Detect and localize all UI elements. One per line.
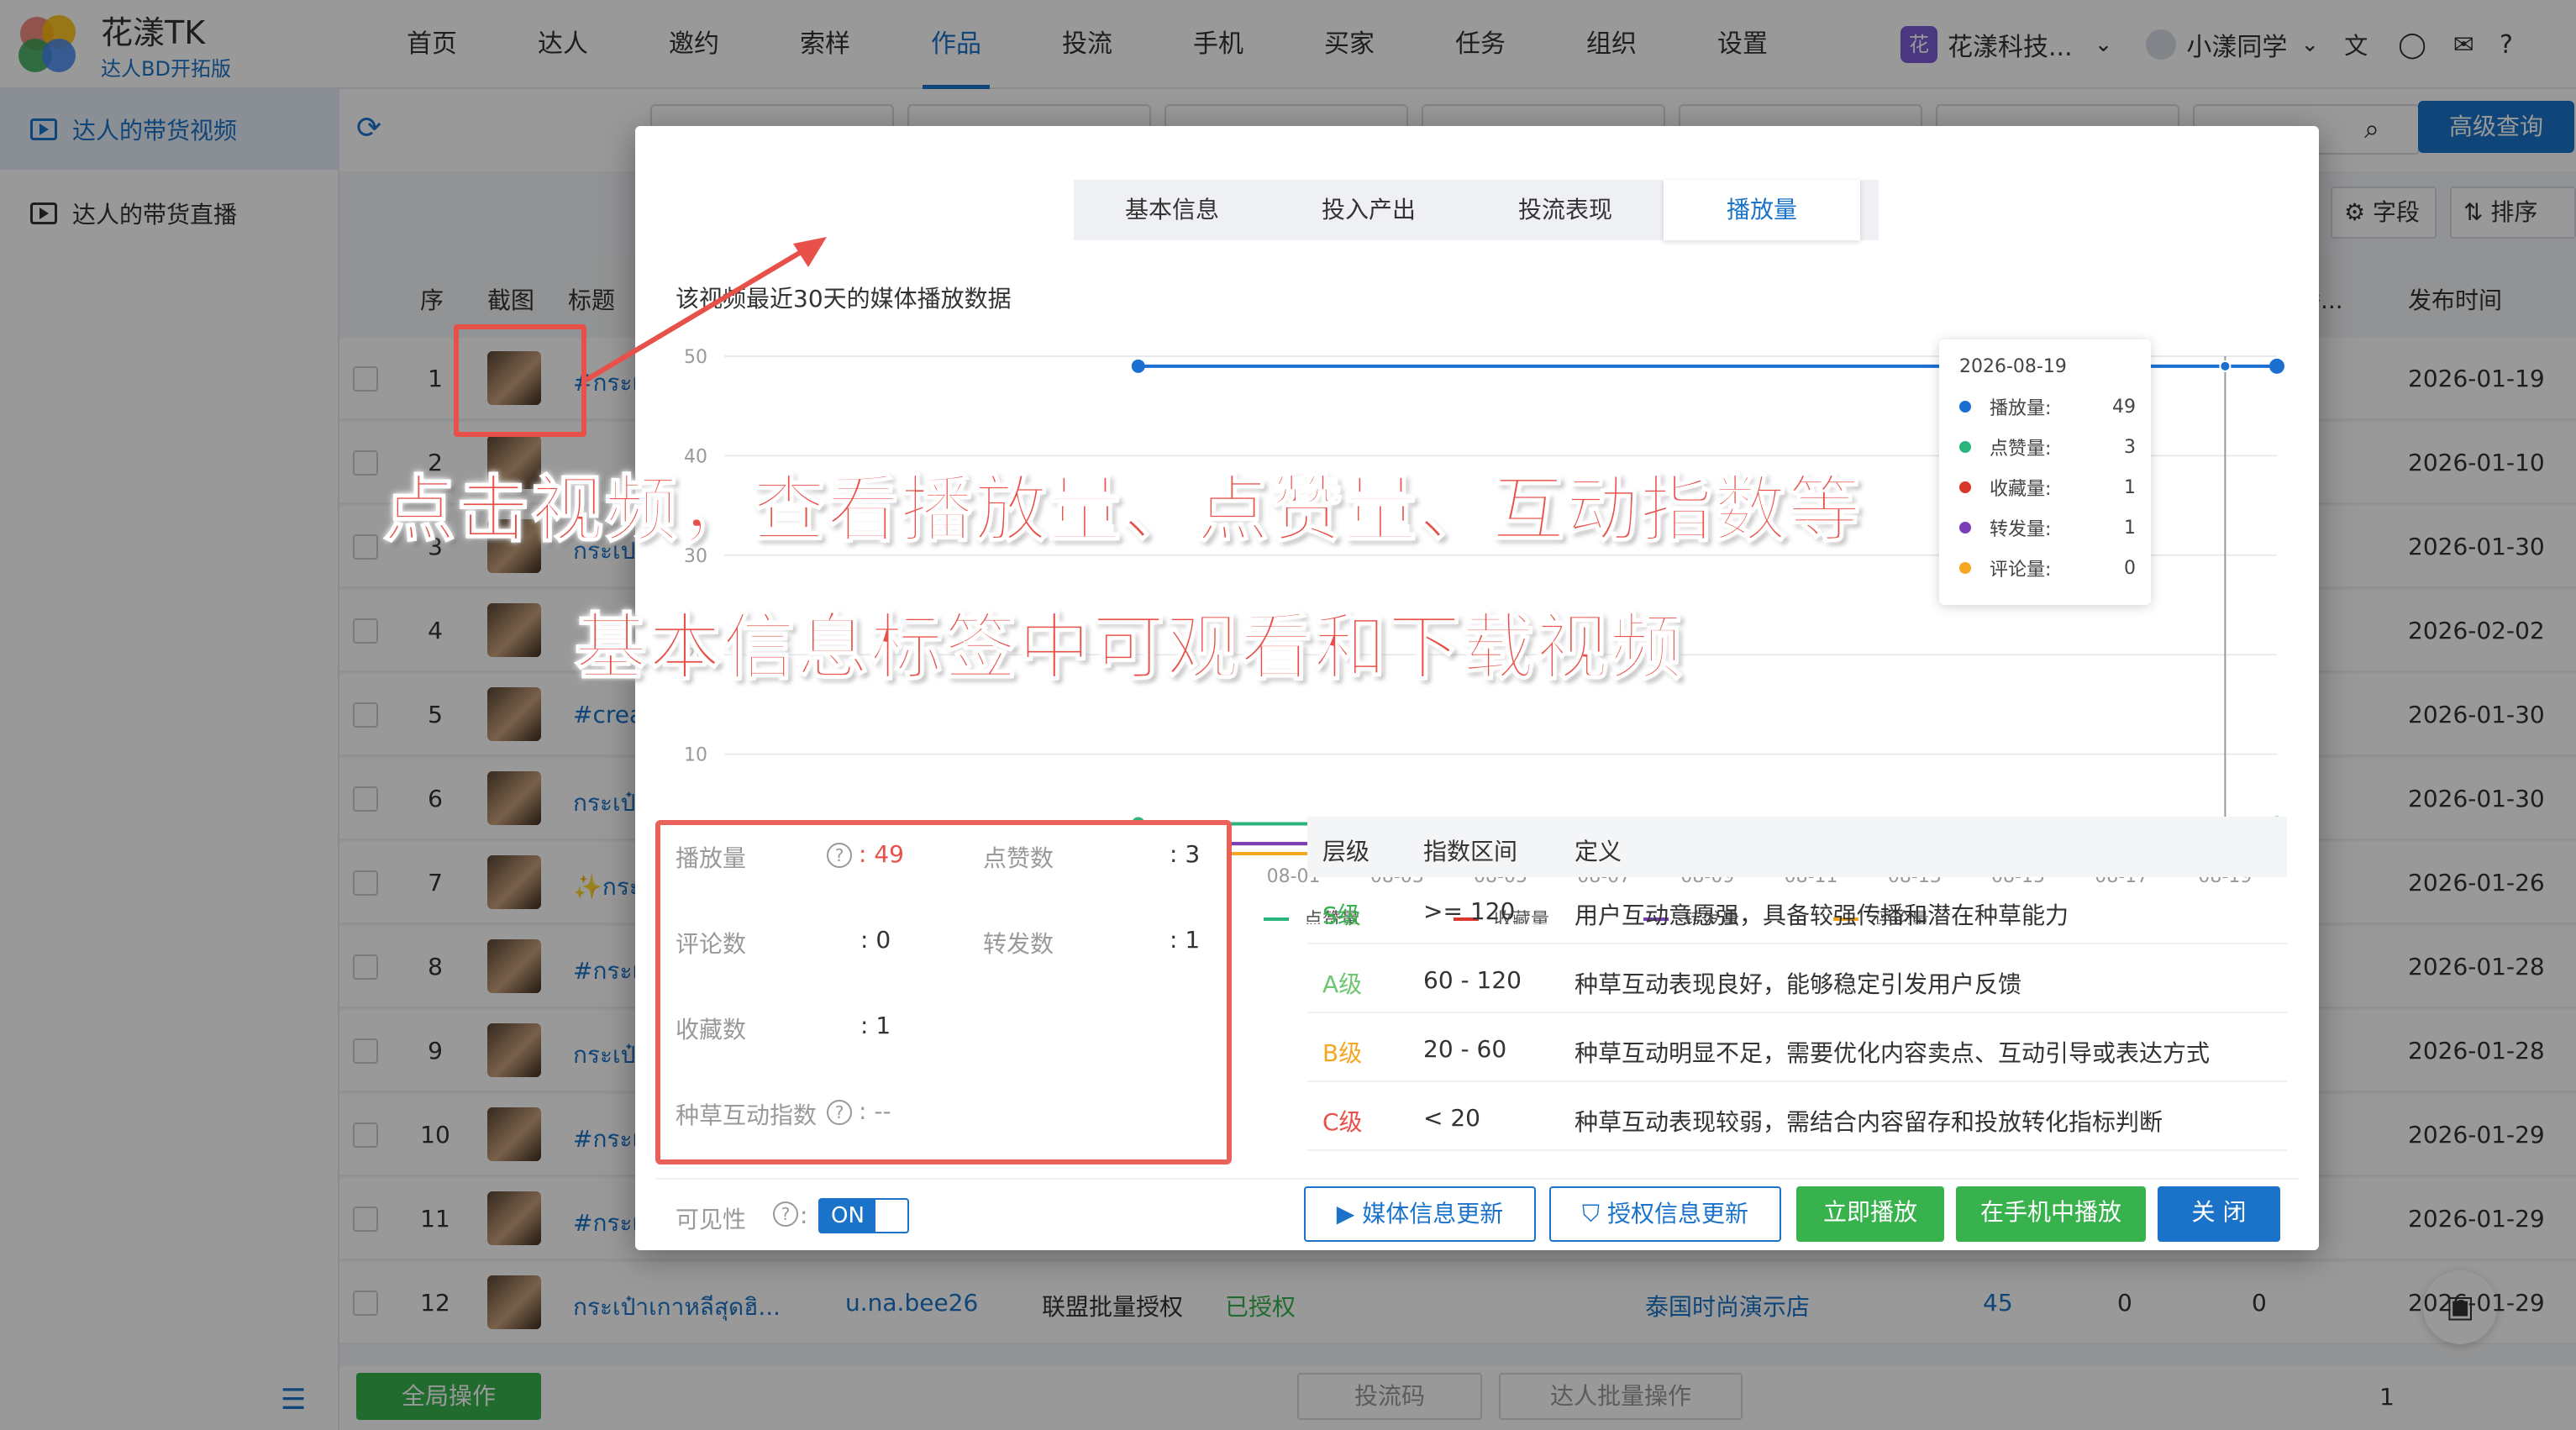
level-row: B级 20 - 60 种草互动明显不足，需要优化内容卖点、互动引导或表达方式 [1307,1015,2287,1082]
toggle-on-label: ON [820,1200,875,1232]
favorites-label: 收藏数 [676,1016,747,1044]
tooltip-label: 播放量: [1990,398,2052,419]
tab-2[interactable]: 投流表现 [1467,180,1664,240]
close-button[interactable]: 关 闭 [2158,1186,2280,1242]
series-point [2269,358,2284,374]
media-update-label: 媒体信息更新 [1362,1200,1504,1228]
shares-label: 转发数 [983,930,1054,958]
tab-3[interactable]: 播放量 [1664,180,1860,240]
tooltip-value: 49 [2112,396,2136,418]
level-table-header: 层级 指数区间 定义 [1307,817,2287,877]
plays-value: 49 [874,840,904,868]
seeding-index-label: 种草互动指数 [676,1101,817,1129]
tooltip-value: 1 [2124,517,2136,539]
annotation-line-1: 点击视频，查看播放量、点赞量、互动指数等 [382,467,1862,553]
tooltip-label: 点赞量: [1990,439,2052,460]
level-row: A级 60 - 120 种草互动表现良好，能够稳定引发用户反馈 [1307,946,2287,1013]
visibility-toggle[interactable]: ON [818,1198,909,1233]
series-point [2219,360,2232,372]
chart-tooltip: 2026-08-19 播放量: 49 点赞量: 3 收藏量: 1 转发量: 1 评论量: 0 [1939,339,2151,605]
shares-value: 1 [1185,926,1201,954]
col-level: 层级 [1322,838,1370,865]
likes-label: 点赞数 [983,844,1054,872]
seeding-index-value: -- [874,1097,891,1125]
play-now-button[interactable]: 立即播放 [1796,1186,1944,1242]
level-definition: 种草互动明显不足，需要优化内容卖点、互动引导或表达方式 [1575,1039,2211,1067]
play-square-icon: ▶ [1336,1200,1355,1228]
level-name: B级 [1322,1039,1363,1067]
screenshot-highlight-box [454,324,586,437]
tab-1[interactable]: 投入产出 [1270,180,1467,240]
tooltip-row: 转发量: 1 [1959,511,2136,544]
level-definition: 种草互动表现良好，能够稳定引发用户反馈 [1575,970,2022,998]
level-range: < 20 [1423,1104,1480,1132]
favorites-value: 1 [875,1012,891,1039]
tooltip-row: 收藏量: 1 [1959,471,2136,504]
stats-panel: 播放量 ? : 49 点赞数 : 3 评论数 : 0 转发数 : 1 收藏数 :… [655,820,1232,1165]
y-tick-label: 10 [684,745,707,766]
legend-dot-icon [1959,562,1971,574]
modal-tabs: 基本信息 投入产出 投流表现 播放量 [1074,180,1879,240]
level-row: S级 >= 120 用户互动意愿强，具备较强传播和潜在种草能力 [1307,877,2287,944]
tooltip-label: 评论量: [1990,560,2052,581]
level-name: S级 [1322,902,1361,929]
level-row: C级 < 20 种草互动表现较弱，需结合内容留存和投放转化指标判断 [1307,1084,2287,1151]
legend-dot-icon [1959,481,1971,493]
legend-dot-icon [1959,441,1971,453]
likes-value: 3 [1185,840,1201,868]
level-range: 60 - 120 [1423,966,1522,994]
chart-caption: 该视频最近30天的媒体播放数据 [676,285,1012,313]
level-definition: 种草互动表现较弱，需结合内容留存和投放转化指标判断 [1575,1108,2163,1136]
annotation-line-2: 基本信息标签中可观看和下载视频 [574,605,1684,691]
legend-dot-icon [1959,522,1971,534]
play-on-phone-button[interactable]: 在手机中播放 [1956,1186,2146,1242]
auth-update-label: 授权信息更新 [1606,1200,1748,1228]
shield-icon: ⛉ [1582,1200,1601,1228]
col-definition: 定义 [1575,838,1622,865]
media-update-button[interactable]: ▶ 媒体信息更新 [1304,1186,1536,1242]
tooltip-value: 1 [2124,476,2136,498]
legend-dot-icon [1959,401,1971,413]
tooltip-row: 点赞量: 3 [1959,430,2136,464]
tab-0[interactable]: 基本信息 [1074,180,1270,240]
y-tick-label: 50 [684,347,707,368]
col-range: 指数区间 [1423,838,1518,865]
level-name: A级 [1322,970,1363,998]
tooltip-date: 2026-08-19 [1959,356,2067,377]
comments-value: 0 [875,926,891,954]
comments-label: 评论数 [676,930,747,958]
tooltip-row: 评论量: 0 [1959,551,2136,585]
tooltip-value: 3 [2124,436,2136,458]
help-icon[interactable]: ? [827,1097,852,1125]
plays-label: 播放量 [676,844,747,872]
level-name: C级 [1322,1108,1363,1136]
help-icon[interactable]: ? [827,840,852,868]
tooltip-label: 转发量: [1990,519,2052,540]
help-icon[interactable]: ? [773,1201,798,1227]
tooltip-row: 播放量: 49 [1959,390,2136,423]
series-point [1131,359,1145,373]
auth-update-button[interactable]: ⛉ 授权信息更新 [1549,1186,1781,1242]
visibility-label: 可见性 [676,1206,747,1233]
level-definition: 用户互动意愿强，具备较强传播和潜在种草能力 [1575,902,2069,929]
level-range: >= 120 [1423,897,1516,925]
tooltip-label: 收藏量: [1990,479,2052,500]
level-range: 20 - 60 [1423,1035,1507,1063]
tooltip-value: 0 [2124,557,2136,579]
